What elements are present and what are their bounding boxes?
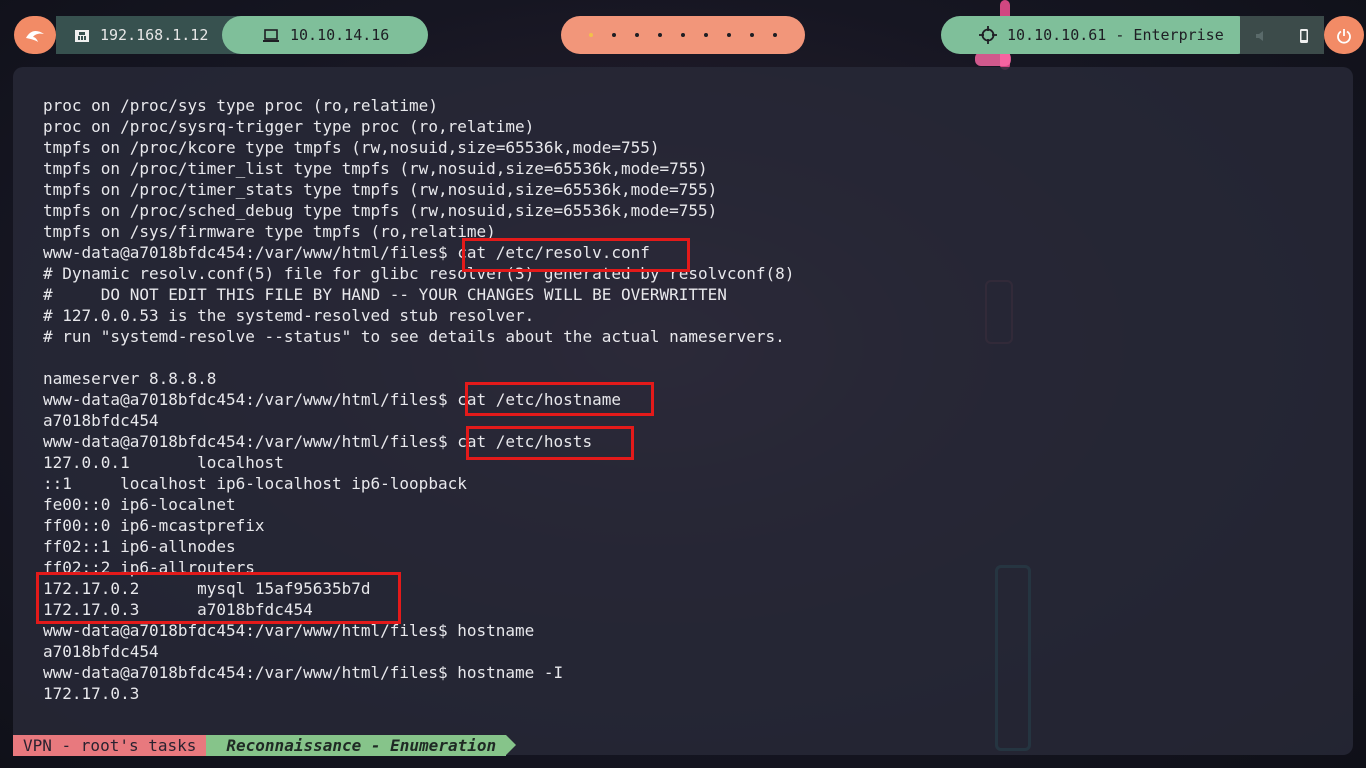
host-ip-widget: 192.168.1.12 — [56, 16, 242, 54]
volume-icon[interactable] — [1255, 26, 1269, 44]
terminal-line: fe00::0 ip6-localnet — [43, 495, 236, 514]
terminal-line: www-data@a7018bfdc454:/var/www/html/file… — [43, 432, 593, 451]
power-button[interactable] — [1324, 16, 1364, 54]
terminal-line: # run "systemd-resolve --status" to see … — [43, 327, 785, 346]
terminal-line: www-data@a7018bfdc454:/var/www/html/file… — [43, 390, 621, 409]
workspace-dot[interactable] — [658, 33, 662, 37]
phone-icon[interactable] — [1299, 26, 1309, 44]
terminal-line: 172.17.0.3 — [43, 684, 140, 703]
tmux-status-bar: VPN - root's tasks Reconnaissance - Enum… — [13, 735, 516, 756]
terminal-line: tmpfs on /proc/sched_debug type tmpfs (r… — [43, 201, 718, 220]
terminal-line: ::1 localhost ip6-localhost ip6-loopback — [43, 474, 467, 493]
ethernet-icon — [74, 26, 90, 44]
target-widget: 10.10.10.61 - Enterprise — [941, 16, 1257, 54]
vpn-ip-widget: 10.10.14.16 — [222, 16, 428, 54]
workspace-dot[interactable] — [635, 33, 639, 37]
kali-dragon-icon — [25, 26, 45, 44]
crosshair-icon — [979, 26, 997, 45]
vpn-ip-label: 10.10.14.16 — [290, 26, 390, 44]
highlight-box-hosts-command — [466, 426, 634, 460]
workspace-dot[interactable] — [589, 33, 593, 37]
workspace-dot[interactable] — [612, 33, 616, 37]
kali-menu-button[interactable] — [14, 16, 56, 54]
power-icon — [1336, 26, 1352, 44]
terminal-line: ff00::0 ip6-mcastprefix — [43, 516, 265, 535]
terminal-line: www-data@a7018bfdc454:/var/www/html/file… — [43, 663, 564, 682]
highlight-box-docker-hosts — [36, 572, 401, 624]
window-label[interactable]: Reconnaissance - Enumeration — [206, 735, 516, 756]
session-label: VPN - root's tasks — [13, 735, 217, 756]
terminal-line: tmpfs on /proc/timer_stats type tmpfs (r… — [43, 180, 718, 199]
terminal-line: # 127.0.0.53 is the systemd-resolved stu… — [43, 306, 535, 325]
terminal-line: a7018bfdc454 — [43, 411, 159, 430]
terminal-line: proc on /proc/sys type proc (ro,relatime… — [43, 96, 438, 115]
terminal-line: tmpfs on /proc/kcore type tmpfs (rw,nosu… — [43, 138, 660, 157]
workspace-dot[interactable] — [681, 33, 685, 37]
terminal-line: 127.0.0.1 localhost — [43, 453, 284, 472]
terminal-line: tmpfs on /proc/timer_list type tmpfs (rw… — [43, 159, 708, 178]
workspace-dot[interactable] — [773, 33, 777, 37]
system-tray — [1240, 16, 1324, 54]
terminal-line: proc on /proc/sysrq-trigger type proc (r… — [43, 117, 535, 136]
workspace-dot[interactable] — [750, 33, 754, 37]
terminal-line: nameserver 8.8.8.8 — [43, 369, 217, 388]
workspace-dot[interactable] — [727, 33, 731, 37]
terminal-window[interactable]: proc on /proc/sys type proc (ro,relatime… — [13, 67, 1353, 755]
highlight-box-hostname-command — [465, 382, 654, 416]
highlight-box-resolv-command — [462, 238, 690, 272]
laptop-icon — [262, 26, 280, 44]
terminal-line: # DO NOT EDIT THIS FILE BY HAND -- YOUR … — [43, 285, 727, 304]
terminal-line: ff02::1 ip6-allnodes — [43, 537, 236, 556]
top-bar: 192.168.1.12 10.10.14.16 10.10.10.61 - E… — [0, 0, 1366, 68]
workspace-dot[interactable] — [704, 33, 708, 37]
target-label: 10.10.10.61 - Enterprise — [1007, 26, 1224, 44]
terminal-line: a7018bfdc454 — [43, 642, 159, 661]
workspace-switcher — [561, 16, 805, 54]
host-ip-label: 192.168.1.12 — [100, 26, 209, 44]
